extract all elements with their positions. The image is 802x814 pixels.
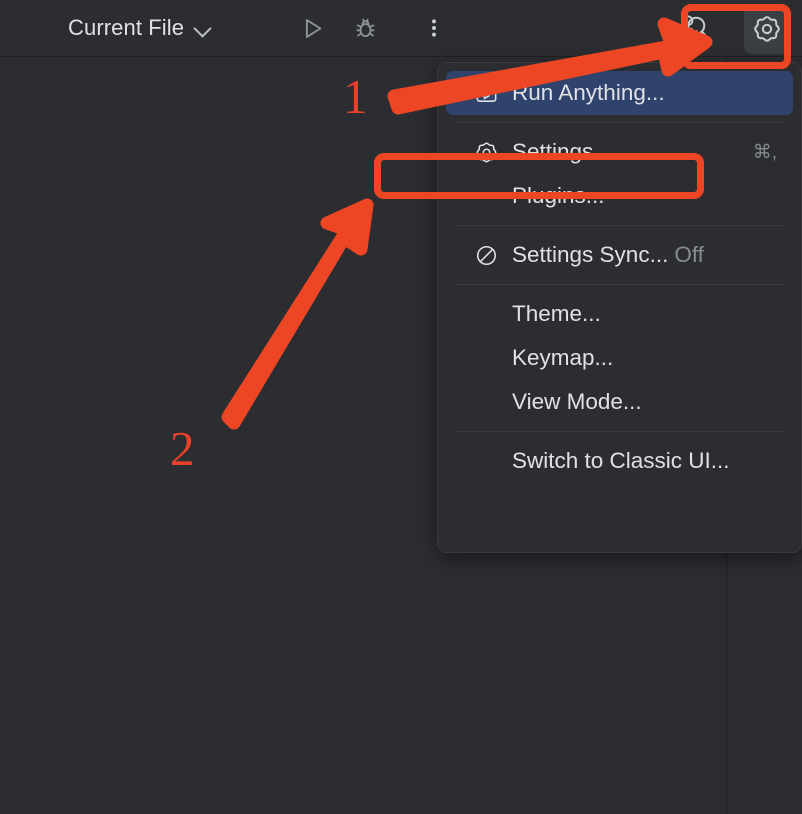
menu-separator [454, 284, 785, 285]
menu-item-label: Run Anything... [512, 80, 665, 105]
settings-popup-menu: Run Anything... Settings... ⌘, Plugins..… [437, 62, 802, 553]
menu-item-switch-to-classic-ui[interactable]: Switch to Classic UI... [446, 439, 793, 483]
menu-item-label: Plugins... [512, 183, 605, 208]
sync-disabled-icon [472, 241, 500, 269]
menu-item-settings-sync[interactable]: Settings Sync... Off [446, 233, 793, 277]
run-configuration-selector[interactable]: Current File [62, 9, 219, 47]
search-magnifier-icon [683, 13, 713, 43]
run-configuration-label: Current File [68, 15, 185, 40]
more-vertical-icon [422, 16, 446, 40]
debug-button[interactable] [345, 9, 385, 47]
menu-item-label: Keymap... [512, 345, 614, 370]
chevron-down-icon [194, 20, 211, 37]
menu-separator [454, 122, 785, 123]
menu-separator [454, 431, 785, 432]
menu-item-label: Settings Sync... [512, 242, 669, 267]
menu-item-plugins[interactable]: Plugins... [446, 174, 793, 218]
debug-bug-icon [352, 15, 379, 42]
settings-button[interactable] [744, 4, 790, 54]
run-anything-window-icon [472, 79, 500, 107]
main-toolbar: Current File [0, 0, 802, 57]
ide-window: Current File Run Anything... Settings...… [0, 0, 802, 814]
menu-item-shortcut: ⌘, [752, 141, 777, 163]
menu-item-settings[interactable]: Settings... ⌘, [446, 130, 793, 174]
menu-item-label: View Mode... [512, 389, 642, 414]
run-button[interactable] [292, 9, 332, 47]
search-button[interactable] [674, 9, 722, 47]
menu-item-keymap[interactable]: Keymap... [446, 336, 793, 380]
menu-item-label: Switch to Classic UI... [512, 448, 730, 473]
menu-item-label: Theme... [512, 301, 601, 326]
menu-item-view-mode[interactable]: View Mode... [446, 380, 793, 424]
settings-sync-status: Off [674, 242, 704, 267]
settings-gear-icon [472, 138, 500, 166]
menu-item-theme[interactable]: Theme... [446, 292, 793, 336]
menu-item-label: Settings... [512, 139, 613, 164]
menu-item-run-anything[interactable]: Run Anything... [446, 71, 793, 115]
menu-separator [454, 225, 785, 226]
run-play-icon [299, 15, 326, 42]
settings-gear-icon [751, 13, 783, 45]
more-actions-button[interactable] [414, 9, 454, 47]
